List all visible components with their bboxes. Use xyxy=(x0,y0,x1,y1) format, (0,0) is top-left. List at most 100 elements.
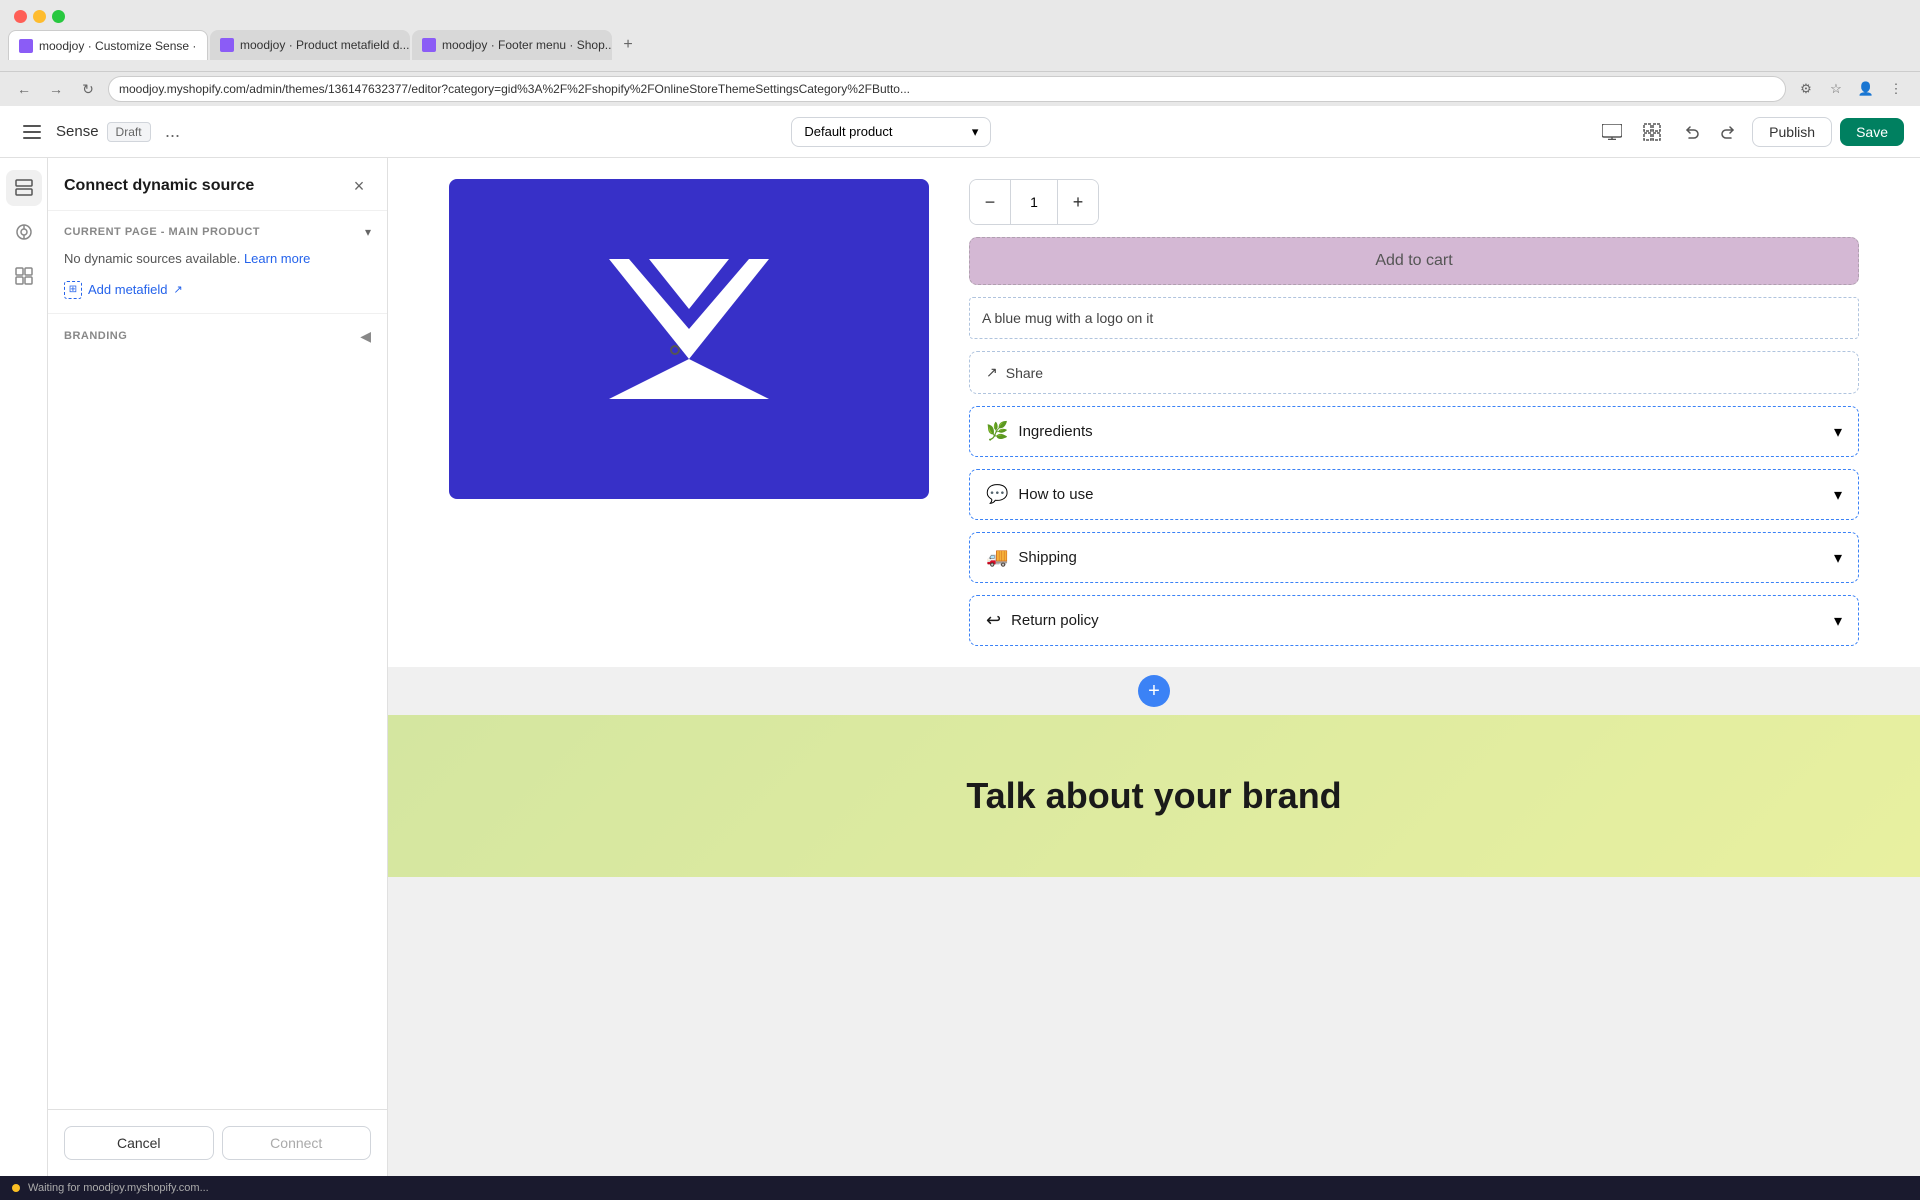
app-toolbar: Sense Draft ... Default product ▾ xyxy=(0,106,1920,158)
metafield-icon: ⊞ xyxy=(64,281,82,299)
branding-label: BRANDING xyxy=(64,330,127,342)
publish-button[interactable]: Publish xyxy=(1752,117,1832,147)
address-text: moodjoy.myshopify.com/admin/themes/13614… xyxy=(119,82,1775,96)
redo-button[interactable] xyxy=(1712,116,1744,148)
cancel-button[interactable]: Cancel xyxy=(64,1126,214,1160)
accordion-return-policy[interactable]: ↩ Return policy ▾ xyxy=(969,595,1859,646)
external-link-icon: ↗ xyxy=(174,283,183,296)
branding-collapse-button[interactable]: ◀ xyxy=(360,328,371,345)
address-bar[interactable]: moodjoy.myshopify.com/admin/themes/13614… xyxy=(108,76,1786,102)
panel-footer: Cancel Connect xyxy=(48,1109,387,1176)
accordion-chevron-ingredients: ▾ xyxy=(1834,422,1842,442)
quantity-value: 1 xyxy=(1010,180,1058,224)
browser-tab-3[interactable]: moodjoy · Footer menu · Shop... × xyxy=(412,30,612,60)
apps-icon xyxy=(15,223,33,241)
draft-badge[interactable]: Draft xyxy=(107,122,151,142)
share-button[interactable]: ↗ Share xyxy=(969,351,1859,394)
browser-tab-2[interactable]: moodjoy · Product metafield d... × xyxy=(210,30,410,60)
sidebar-icon-panel xyxy=(0,158,48,1176)
profile-button[interactable]: 👤 xyxy=(1854,77,1878,101)
product-info-area: − 1 + Add to cart A blue mug with a logo… xyxy=(969,179,1859,646)
sections-icon-button[interactable] xyxy=(6,170,42,206)
sections-icon xyxy=(15,179,33,197)
tab-label-3: moodjoy · Footer menu · Shop... xyxy=(442,38,612,52)
save-button[interactable]: Save xyxy=(1840,118,1904,146)
undo-button[interactable] xyxy=(1676,116,1708,148)
panel-close-button[interactable]: × xyxy=(347,174,371,198)
shipping-label: Shipping xyxy=(1018,549,1076,566)
add-to-cart-button[interactable]: Add to cart xyxy=(969,237,1859,285)
sidebar-toggle-button[interactable] xyxy=(16,116,48,148)
current-page-header[interactable]: CURRENT PAGE - MAIN PRODUCT ▾ xyxy=(64,225,371,239)
blocks-icon xyxy=(15,267,33,285)
refresh-button[interactable]: ↻ xyxy=(76,77,100,101)
no-sources-text: No dynamic sources available. Learn more xyxy=(64,249,371,269)
redo-icon xyxy=(1720,124,1736,140)
how-to-use-icon: 💬 xyxy=(986,484,1008,505)
connect-dynamic-source-panel: Connect dynamic source × CURRENT PAGE - … xyxy=(48,158,388,1176)
canvas-area[interactable]: − 1 + Add to cart A blue mug with a logo… xyxy=(388,158,1920,1176)
product-selector[interactable]: Default product ▾ xyxy=(791,117,991,147)
product-selector-value: Default product xyxy=(804,124,892,139)
return-policy-icon: ↩ xyxy=(986,610,1001,631)
tab-favicon-1 xyxy=(19,39,33,53)
status-text: Waiting for moodjoy.myshopify.com... xyxy=(28,1182,209,1194)
hamburger-icon xyxy=(23,125,41,139)
extensions-button[interactable]: ⚙ xyxy=(1794,77,1818,101)
tab-close-1[interactable]: × xyxy=(206,40,208,52)
accordion-chevron-return-policy: ▾ xyxy=(1834,611,1842,631)
new-tab-button[interactable]: + xyxy=(614,31,642,59)
browser-tab-1[interactable]: moodjoy · Customize Sense · × xyxy=(8,30,208,60)
connect-button[interactable]: Connect xyxy=(222,1126,372,1160)
brand-title: Talk about your brand xyxy=(428,775,1880,817)
forward-button[interactable]: → xyxy=(44,77,68,101)
product-image xyxy=(449,179,929,499)
blocks-icon-button[interactable] xyxy=(6,258,42,294)
apps-icon-button[interactable] xyxy=(6,214,42,250)
tab-label-2: moodjoy · Product metafield d... xyxy=(240,38,409,52)
app-name: Sense xyxy=(56,123,99,140)
product-section: − 1 + Add to cart A blue mug with a logo… xyxy=(388,158,1920,667)
accordion-how-to-use[interactable]: 💬 How to use ▾ xyxy=(969,469,1859,520)
menu-button[interactable]: ⋮ xyxy=(1884,77,1908,101)
brand-section: Talk about your brand xyxy=(388,715,1920,877)
desktop-icon xyxy=(1602,124,1622,140)
product-selector-chevron-icon: ▾ xyxy=(972,124,979,140)
accordion-chevron-how-to-use: ▾ xyxy=(1834,485,1842,505)
star-button[interactable]: ☆ xyxy=(1824,77,1848,101)
quantity-selector: − 1 + xyxy=(969,179,1099,225)
tab-label-1: moodjoy · Customize Sense · xyxy=(39,39,196,53)
panel-header: Connect dynamic source × xyxy=(48,158,387,211)
current-page-chevron-icon: ▾ xyxy=(365,225,371,239)
accordion-chevron-shipping: ▾ xyxy=(1834,548,1842,568)
undo-icon xyxy=(1684,124,1700,140)
traffic-light-minimize[interactable] xyxy=(33,10,46,23)
quantity-increase-button[interactable]: + xyxy=(1058,180,1098,224)
ingredients-label: Ingredients xyxy=(1018,423,1092,440)
add-metafield-button[interactable]: ⊞ Add metafield ↗ xyxy=(64,281,371,299)
shipping-icon: 🚚 xyxy=(986,547,1008,568)
accordion-ingredients[interactable]: 🌿 Ingredients ▾ xyxy=(969,406,1859,457)
status-dot xyxy=(12,1184,20,1192)
traffic-light-close[interactable] xyxy=(14,10,27,23)
add-section-button[interactable]: + xyxy=(1138,675,1170,707)
product-image-area xyxy=(449,179,929,646)
select-icon xyxy=(1643,123,1661,141)
desktop-view-button[interactable] xyxy=(1596,116,1628,148)
status-bar: Waiting for moodjoy.myshopify.com... xyxy=(0,1176,1920,1200)
quantity-decrease-button[interactable]: − xyxy=(970,180,1010,224)
how-to-use-label: How to use xyxy=(1018,486,1093,503)
accordion-shipping[interactable]: 🚚 Shipping ▾ xyxy=(969,532,1859,583)
product-description: A blue mug with a logo on it xyxy=(969,297,1859,339)
share-icon: ↗ xyxy=(986,364,998,381)
return-policy-label: Return policy xyxy=(1011,612,1099,629)
more-options-button[interactable]: ... xyxy=(159,118,187,146)
ingredients-icon: 🌿 xyxy=(986,421,1008,442)
back-button[interactable]: ← xyxy=(12,77,36,101)
branding-section: BRANDING ◀ xyxy=(48,314,387,359)
traffic-light-fullscreen[interactable] xyxy=(52,10,65,23)
learn-more-link[interactable]: Learn more xyxy=(244,251,310,266)
select-tool-button[interactable] xyxy=(1636,116,1668,148)
tab-favicon-3 xyxy=(422,38,436,52)
accordion-list: 🌿 Ingredients ▾ 💬 How to use ▾ xyxy=(969,406,1859,646)
